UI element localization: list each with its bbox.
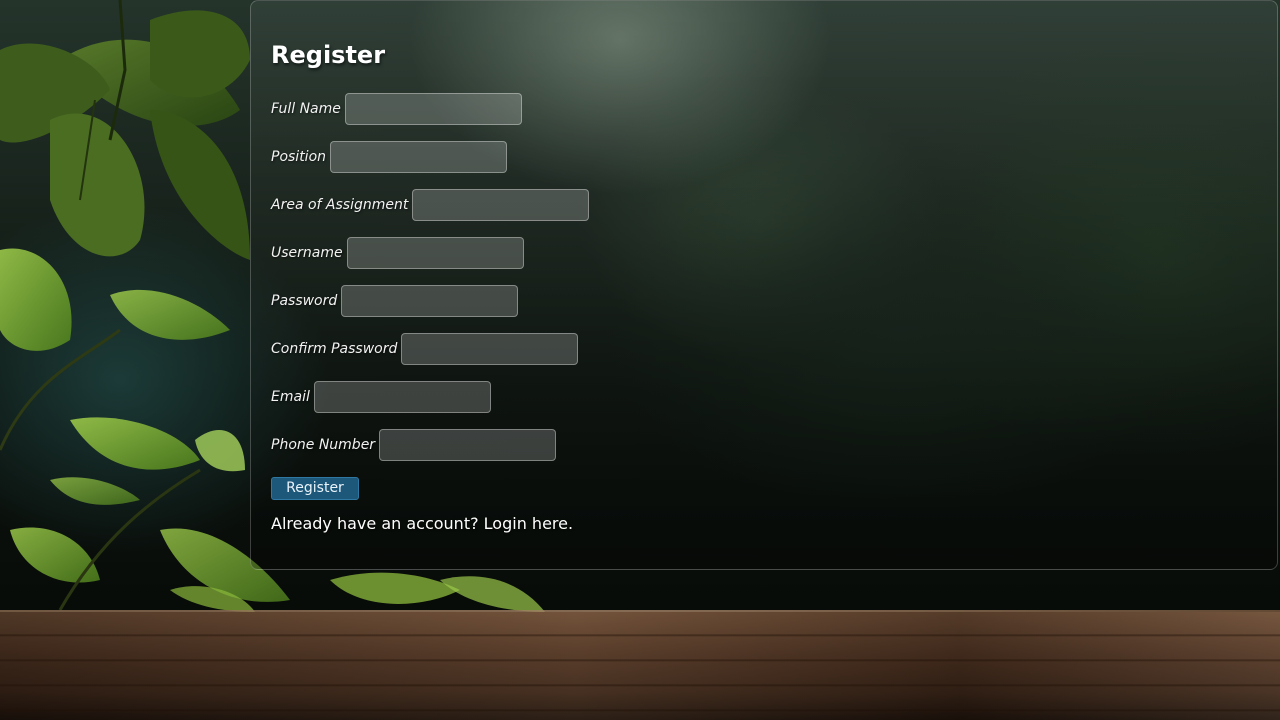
phone-number-input[interactable] [379, 429, 557, 461]
area-of-assignment-label: Area of Assignment [271, 197, 409, 213]
phone-number-label: Phone Number [271, 437, 376, 453]
page-title: Register [271, 41, 386, 69]
position-row: Position [271, 141, 589, 173]
register-panel: Register Full Name Position Area of Assi… [250, 0, 1278, 570]
username-label: Username [271, 245, 343, 261]
area-of-assignment-row: Area of Assignment [271, 189, 590, 221]
full-name-input[interactable] [344, 93, 522, 125]
password-label: Password [271, 293, 338, 309]
email-row: Email [271, 381, 589, 413]
email-label: Email [271, 389, 310, 405]
email-input[interactable] [313, 381, 491, 413]
register-form: Full Name Position Area of Assignment Us… [271, 93, 590, 533]
full-name-row: Full Name [271, 93, 589, 125]
wooden-table-image [0, 612, 1280, 720]
password-input[interactable] [341, 285, 519, 317]
position-label: Position [271, 149, 327, 165]
confirm-password-label: Confirm Password [271, 341, 398, 357]
register-form-container: Register Full Name Position Area of Assi… [271, 39, 590, 533]
full-name-label: Full Name [271, 101, 341, 117]
username-row: Username [271, 237, 589, 269]
confirm-password-row: Confirm Password [271, 333, 589, 365]
phone-number-row: Phone Number [271, 429, 589, 461]
confirm-password-input[interactable] [401, 333, 579, 365]
register-button[interactable]: Register [271, 477, 359, 500]
login-link[interactable]: Already have an account? Login here. [271, 514, 589, 533]
username-input[interactable] [346, 237, 524, 269]
area-of-assignment-input[interactable] [412, 189, 590, 221]
position-input[interactable] [330, 141, 508, 173]
password-row: Password [271, 285, 589, 317]
